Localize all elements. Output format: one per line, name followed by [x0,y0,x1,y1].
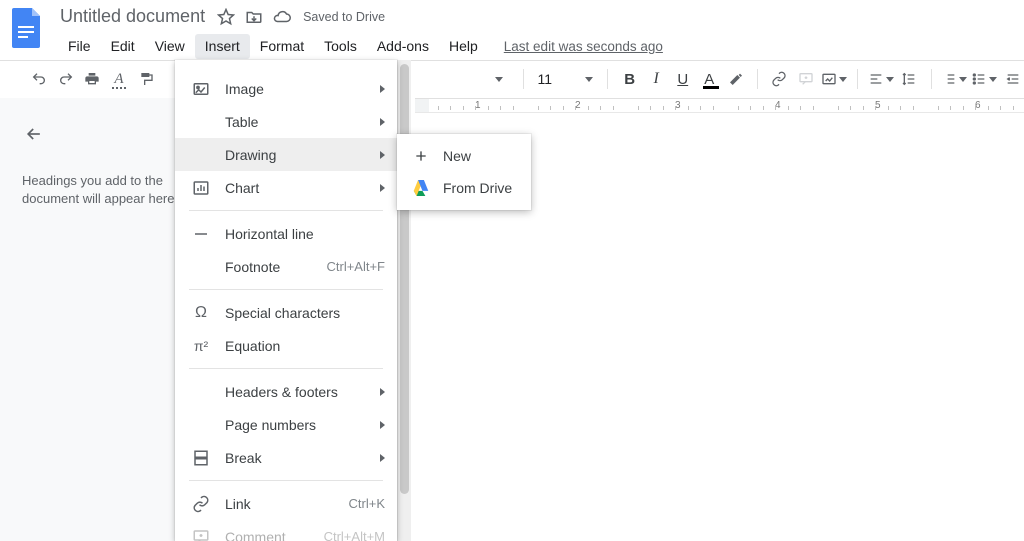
insert-special-characters[interactable]: Ω Special characters [175,296,397,329]
insert-horizontal-line[interactable]: Horizontal line [175,217,397,250]
omega-icon: Ω [191,303,211,323]
menu-item-label: Table [225,114,374,130]
insert-link[interactable]: LinkCtrl+K [175,487,397,520]
insert-chart[interactable]: Chart [175,171,397,204]
star-icon[interactable] [217,8,235,26]
outline-hint: Headings you add to the document will ap… [22,172,187,208]
submenu-arrow-icon [380,421,385,429]
drive-icon [411,178,431,198]
menu-format[interactable]: Format [250,34,314,59]
line-spacing-button[interactable] [898,66,921,92]
last-edit-link[interactable]: Last edit was seconds ago [504,39,663,54]
menu-item-label: Chart [225,180,374,196]
cloud-saved-icon [273,8,291,26]
paint-format-button[interactable] [134,66,157,92]
hr-icon [191,224,211,244]
menu-item-label: Image [225,81,374,97]
drawing-from-drive[interactable]: From Drive [397,172,531,204]
menu-item-label: Comment [225,529,324,541]
insert-drawing[interactable]: Drawing [175,138,397,171]
spellcheck-button[interactable]: A [108,66,131,92]
insert-headers-footers[interactable]: Headers & footers [175,375,397,408]
menu-item-label: Page numbers [225,417,374,433]
menu-edit[interactable]: Edit [101,34,145,59]
shortcut-label: Ctrl+Alt+F [326,259,385,274]
toolbar: A 11 B I U A [0,61,1024,97]
menu-scrollbar[interactable] [397,60,411,541]
menu-add-ons[interactable]: Add-ons [367,34,439,59]
insert-menu: Image Table Drawing Chart Horizontal line Foo… [175,60,397,541]
ruler: 123456 [415,98,1024,113]
submenu-arrow-icon [380,85,385,93]
comment-icon [191,527,211,541]
app-header: Untitled document Saved to Drive FileEdi… [0,0,1024,60]
link-icon [191,494,211,514]
insert-comment-button[interactable] [795,66,818,92]
numbered-list-button[interactable] [941,66,967,92]
submenu-item-label: New [443,148,517,164]
menu-view[interactable]: View [145,34,195,59]
bulleted-list-button[interactable] [971,66,997,92]
menu-item-label: Drawing [225,147,374,163]
plus-icon [411,146,431,166]
zoom-caret-icon[interactable] [495,77,503,82]
menu-item-label: Headers & footers [225,384,374,400]
chart-icon [191,178,211,198]
image-icon [191,79,211,99]
menu-item-label: Equation [225,338,385,354]
redo-button[interactable] [55,66,78,92]
insert-table[interactable]: Table [175,105,397,138]
drawing-submenu: New From Drive [397,134,531,210]
drawing-new[interactable]: New [397,140,531,172]
submenu-arrow-icon [380,388,385,396]
menu-item-label: Break [225,450,374,466]
shortcut-label: Ctrl+K [349,496,385,511]
undo-button[interactable] [28,66,51,92]
font-size-value: 11 [537,71,579,87]
document-title[interactable]: Untitled document [58,6,207,27]
caret-down-icon [585,77,593,82]
menu-bar: FileEditViewInsertFormatToolsAdd-onsHelp… [58,34,663,59]
italic-button[interactable]: I [645,66,668,92]
submenu-arrow-icon [380,184,385,192]
collapse-outline-button[interactable] [22,122,46,146]
menu-tools[interactable]: Tools [314,34,367,59]
submenu-arrow-icon [380,454,385,462]
insert-link-button[interactable] [768,66,791,92]
submenu-item-label: From Drive [443,180,517,196]
menu-item-label: Link [225,496,349,512]
menu-insert[interactable]: Insert [195,34,250,59]
insert-image[interactable]: Image [175,72,397,105]
menu-item-label: Special characters [225,305,385,321]
print-button[interactable] [81,66,104,92]
submenu-arrow-icon [380,151,385,159]
align-button[interactable] [868,66,894,92]
font-size-select[interactable]: 11 [533,71,597,87]
insert-comment: CommentCtrl+Alt+M [175,520,397,541]
underline-button[interactable]: U [671,66,694,92]
outdent-button[interactable] [1001,66,1024,92]
menu-file[interactable]: File [58,34,101,59]
menu-item-label: Footnote [225,259,326,275]
text-color-button[interactable]: A [698,66,721,92]
insert-footnote[interactable]: FootnoteCtrl+Alt+F [175,250,397,283]
submenu-arrow-icon [380,118,385,126]
break-icon [191,448,211,468]
menu-help[interactable]: Help [439,34,488,59]
outline-panel: Headings you add to the document will ap… [0,98,200,541]
insert-image-button[interactable] [821,66,847,92]
menu-item-label: Horizontal line [225,226,385,242]
shortcut-label: Ctrl+Alt+M [324,529,385,541]
pi-icon: π² [191,336,211,356]
insert-page-numbers[interactable]: Page numbers [175,408,397,441]
bold-button[interactable]: B [618,66,641,92]
move-icon[interactable] [245,8,263,26]
insert-break[interactable]: Break [175,441,397,474]
saved-to-drive-label: Saved to Drive [303,10,385,24]
docs-logo[interactable] [10,6,44,50]
insert-equation[interactable]: π² Equation [175,329,397,362]
highlight-button[interactable] [725,66,748,92]
